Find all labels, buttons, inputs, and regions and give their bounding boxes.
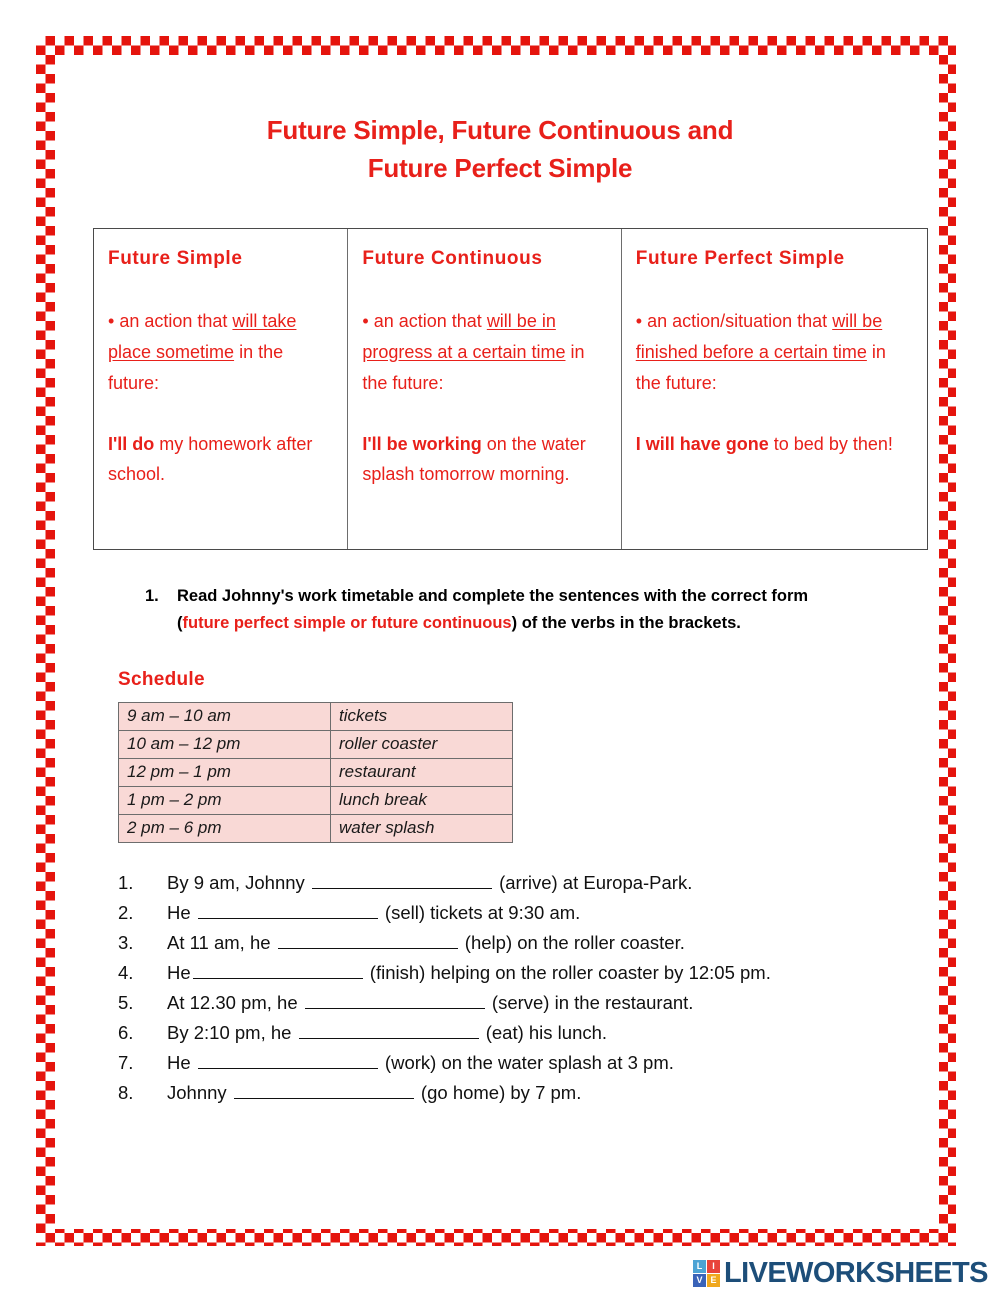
definition-plain-start: an action that: [119, 310, 233, 331]
grammar-heading: Future Simple: [108, 248, 243, 269]
sentence-text-before: He: [167, 902, 196, 923]
sentence-number: 6.: [118, 1022, 134, 1043]
schedule-time: 9 am – 10 am: [118, 702, 331, 731]
sentence-number: 8.: [118, 1082, 134, 1103]
schedule-time: 2 pm – 6 pm: [118, 814, 331, 843]
answer-blank[interactable]: [192, 960, 363, 979]
grammar-heading: Future Perfect Simple: [635, 248, 845, 269]
sentence-text-after: (arrive) at Europa-Park.: [493, 872, 693, 893]
grammar-example: I'll do my homework after school.: [108, 429, 333, 491]
definition-plain-start: an action/situation that: [647, 310, 833, 331]
list-item: 6. By 2:10 pm, he (eat) his lunch.: [118, 1018, 878, 1048]
schedule-table: 9 am – 10 am tickets 10 am – 12 pm rolle…: [118, 702, 513, 843]
grammar-reference-table: Future Simple • an action that will take…: [93, 228, 928, 550]
grammar-example: I will have gone to bed by then!: [636, 429, 913, 460]
bullet-icon: •: [635, 310, 643, 331]
sentence-text-after: (sell) tickets at 9:30 am.: [379, 902, 581, 923]
answer-blank[interactable]: [304, 990, 485, 1009]
list-item: 2. He (sell) tickets at 9:30 am.: [118, 898, 878, 928]
example-remainder: to bed by then!: [768, 433, 893, 454]
sentence-text-before: He: [167, 962, 191, 983]
bullet-icon: •: [108, 310, 115, 331]
list-item: 5. At 12.30 pm, he (serve) in the restaur…: [118, 988, 878, 1018]
sentence-text-before: At 11 am, he: [167, 932, 276, 953]
sentence-text-before: By 9 am, Johnny: [167, 872, 310, 893]
badge-letter-i: I: [707, 1259, 720, 1273]
example-verb-phrase: I'll be working: [362, 433, 482, 454]
schedule-time: 10 am – 12 pm: [118, 730, 331, 759]
instruction-part-2: ) of the verbs in the brackets.: [511, 614, 741, 633]
answer-blank[interactable]: [197, 1050, 378, 1069]
answer-blank[interactable]: [277, 930, 458, 949]
sentence-text-after: (work) on the water splash at 3 pm.: [379, 1052, 674, 1073]
page-title: Future Simple, Future Continuous and Fut…: [120, 112, 880, 187]
grammar-example: I'll be working on the water splash tomo…: [362, 429, 606, 491]
page-title-line-2: Future Perfect Simple: [367, 152, 633, 183]
list-item: 4. He (finish) helping on the roller coas…: [118, 958, 878, 988]
answer-blank[interactable]: [197, 900, 378, 919]
liveworksheets-badge-icon: L I V E: [693, 1259, 720, 1287]
schedule-time: 12 pm – 1 pm: [118, 758, 331, 787]
list-item: 7. He (work) on the water splash at 3 pm.: [118, 1048, 878, 1078]
exercise-instruction: 1. Read Johnny's work timetable and comp…: [145, 583, 857, 637]
sentence-text-after: (finish) helping on the roller coaster b…: [364, 962, 771, 983]
sentence-number: 4.: [118, 962, 134, 983]
grammar-definition: • an action that will take place sometim…: [108, 306, 333, 399]
table-row: 9 am – 10 am tickets: [118, 702, 513, 731]
exercise-number: 1.: [145, 587, 159, 605]
answer-blank[interactable]: [233, 1080, 414, 1099]
worksheet-content: Future Simple, Future Continuous and Fut…: [0, 0, 1000, 1291]
sentence-number: 7.: [118, 1052, 134, 1073]
answer-blank[interactable]: [298, 1020, 479, 1039]
instruction-highlight: future perfect simple or future continuo…: [182, 614, 512, 633]
table-row: 10 am – 12 pm roller coaster: [118, 730, 513, 759]
sentence-text-after: (go home) by 7 pm.: [415, 1082, 582, 1103]
grammar-heading: Future Continuous: [362, 248, 543, 269]
sentence-text-after: (serve) in the restaurant.: [486, 992, 694, 1013]
sentence-text-after: (help) on the roller coaster.: [459, 932, 685, 953]
list-item: 3. At 11 am, he (help) on the roller coas…: [118, 928, 878, 958]
list-item: 8. Johnny (go home) by 7 pm.: [118, 1078, 878, 1108]
list-item: 1. By 9 am, Johnny (arrive) at Europa-Par…: [118, 868, 878, 898]
table-row: 1 pm – 2 pm lunch break: [118, 786, 513, 815]
sentence-number: 2.: [118, 902, 134, 923]
liveworksheets-wordmark: LIVEWORKSHEETS: [724, 1256, 989, 1289]
sentence-number: 3.: [118, 932, 134, 953]
exercise-instruction-text: Read Johnny's work timetable and complet…: [177, 583, 857, 637]
grammar-column-future-perfect-simple: Future Perfect Simple • an action/situat…: [622, 229, 927, 549]
table-row: 12 pm – 1 pm restaurant: [118, 758, 513, 787]
schedule-time: 1 pm – 2 pm: [118, 786, 331, 815]
page-title-line-1: Future Simple, Future Continuous and: [266, 115, 734, 145]
grammar-definition: • an action/situation that will be finis…: [636, 306, 913, 399]
example-verb-phrase: I will have gone: [635, 433, 769, 454]
schedule-heading: Schedule: [118, 669, 205, 690]
badge-letter-l: L: [693, 1259, 706, 1273]
example-verb-phrase: I'll do: [108, 433, 155, 454]
sentence-text-before: He: [167, 1052, 196, 1073]
sentence-text-before: At 12.30 pm, he: [167, 992, 303, 1013]
sentence-number: 1.: [118, 872, 134, 893]
schedule-activity: roller coaster: [330, 730, 513, 759]
bullet-icon: •: [362, 310, 369, 331]
grammar-definition: • an action that will be in progress at …: [362, 306, 606, 399]
sentence-text-before: By 2:10 pm, he: [167, 1022, 297, 1043]
definition-plain-start: an action that: [373, 310, 487, 331]
badge-letter-e: E: [707, 1273, 720, 1287]
liveworksheets-logo[interactable]: L I V E LIVEWORKSHEETS: [693, 1256, 989, 1290]
schedule-activity: restaurant: [330, 758, 513, 787]
schedule-activity: water splash: [330, 814, 513, 843]
grammar-column-future-simple: Future Simple • an action that will take…: [94, 229, 349, 549]
sentence-text-after: (eat) his lunch.: [480, 1022, 608, 1043]
schedule-activity: lunch break: [330, 786, 513, 815]
table-row: 2 pm – 6 pm water splash: [118, 814, 513, 843]
sentence-number: 5.: [118, 992, 134, 1013]
exercise-sentence-list: 1. By 9 am, Johnny (arrive) at Europa-Par…: [118, 868, 878, 1108]
answer-blank[interactable]: [311, 870, 492, 889]
sentence-text-before: Johnny: [167, 1082, 232, 1103]
grammar-column-future-continuous: Future Continuous • an action that will …: [348, 229, 622, 549]
schedule-activity: tickets: [330, 702, 513, 731]
badge-letter-v: V: [693, 1273, 706, 1287]
